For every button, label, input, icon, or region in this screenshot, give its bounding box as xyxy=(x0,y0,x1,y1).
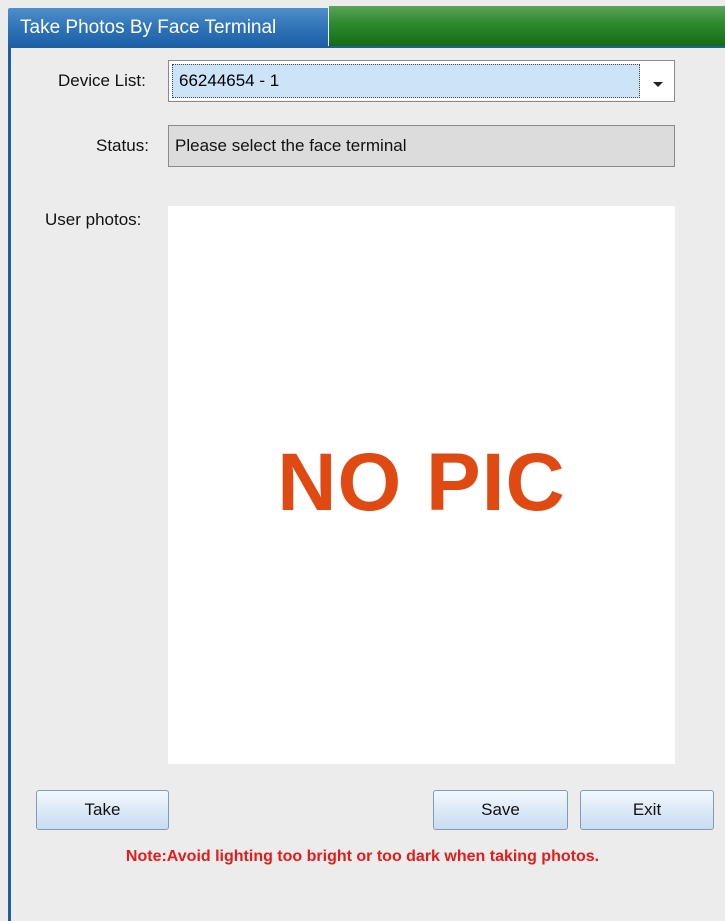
window-left-border xyxy=(8,48,11,921)
title-underline xyxy=(8,46,725,48)
status-field: Please select the face terminal xyxy=(168,125,675,167)
exit-button[interactable]: Exit xyxy=(580,790,714,830)
no-pic-placeholder: NO PIC xyxy=(277,437,566,528)
chevron-down-icon[interactable] xyxy=(642,61,674,101)
device-list-selected[interactable]: 66244654 - 1 xyxy=(172,64,640,98)
status-label: Status: xyxy=(96,136,149,155)
title-bar-fill xyxy=(329,6,725,48)
lighting-note: Note:Avoid lighting too bright or too da… xyxy=(125,848,600,865)
device-list-dropdown[interactable]: 66244654 - 1 xyxy=(168,60,675,102)
title-bar: Take Photos By Face Terminal xyxy=(0,0,725,48)
device-list-label: Device List: xyxy=(58,71,146,90)
user-photo-preview: NO PIC xyxy=(168,206,675,764)
user-photos-label: User photos: xyxy=(45,210,142,229)
window-title: Take Photos By Face Terminal xyxy=(8,8,328,48)
take-button[interactable]: Take xyxy=(36,790,169,830)
save-button[interactable]: Save xyxy=(433,790,568,830)
